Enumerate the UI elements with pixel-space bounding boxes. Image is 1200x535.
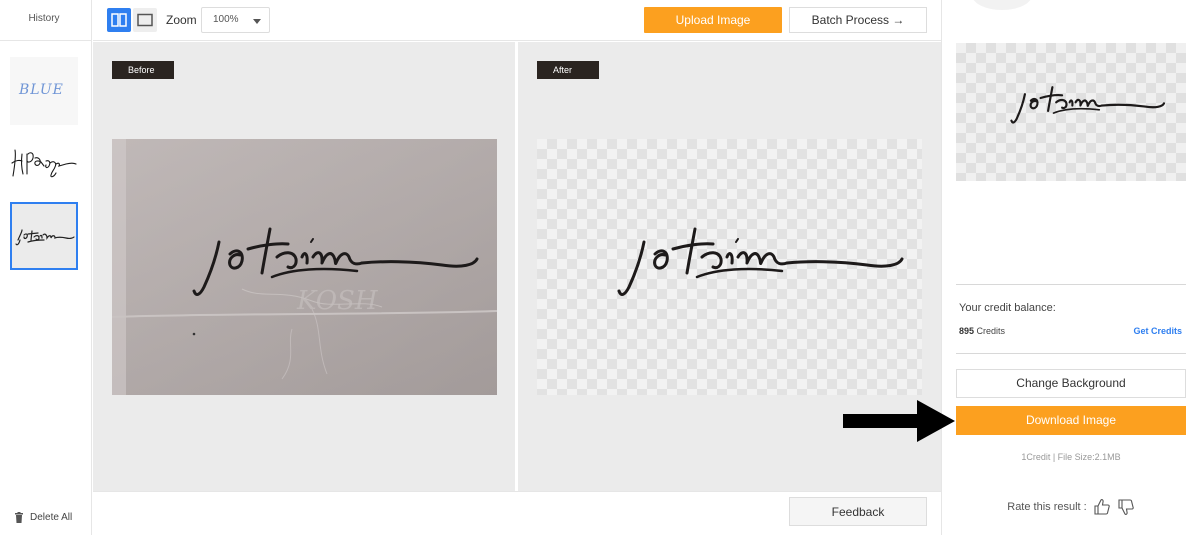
background-removed-signature [617,227,904,296]
history-thumb-blue[interactable]: BLUE [10,57,78,125]
split-view-button[interactable] [107,8,131,32]
jotaime-thumbnail [15,229,75,246]
trash-icon [15,512,23,523]
history-sidebar: History BLUE Delete All [0,0,92,535]
result-preview [956,43,1186,181]
avatar [972,0,1032,10]
before-tag: Before [112,61,174,79]
split-view-icon [111,13,127,27]
arrow-right-icon [843,400,955,442]
batch-process-button[interactable]: Batch Process → [789,7,927,33]
before-panel: Before KOSH [93,42,515,491]
svg-text:KOSH: KOSH [296,286,379,316]
delete-all-button[interactable]: Delete All [14,512,72,523]
bottom-bar: Feedback [93,491,941,535]
zoom-value: 100% [213,14,239,25]
single-view-icon [137,13,153,27]
credit-balance-label: Your credit balance: [959,302,1056,314]
thumbs-down-icon[interactable] [1117,498,1135,516]
blue-text-thumbnail: BLUE [18,82,64,98]
divider [956,353,1186,354]
right-panel: Your credit balance: 895 Credits Get Cre… [941,0,1200,535]
chevron-down-icon [253,19,261,24]
rate-result: Rate this result : [956,498,1186,516]
divider [956,284,1186,285]
thumbs-up-icon[interactable] [1093,498,1111,516]
zoom-label: Zoom [166,13,197,27]
top-toolbar: Zoom 100% Upload Image Batch Process → [93,0,941,41]
history-thumb-jotaime[interactable] [10,202,78,270]
file-info: 1Credit | File Size:2.1MB [1021,452,1121,462]
delete-all-label: Delete All [30,512,73,523]
upload-image-button[interactable]: Upload Image [644,7,782,33]
credit-count-value: 895 [959,326,975,336]
after-image[interactable] [537,139,922,395]
zoom-select[interactable]: 100% [201,7,270,33]
divider [0,40,92,41]
svg-text:BLUE: BLUE [18,82,64,98]
rate-label: Rate this result : [1007,501,1087,513]
get-credits-link[interactable]: Get Credits [1133,326,1182,336]
download-image-button[interactable]: Download Image [956,406,1186,435]
credit-count: 895 Credits [959,326,1005,336]
feedback-button[interactable]: Feedback [789,497,927,526]
credit-unit: Credits [974,326,1006,336]
single-view-button[interactable] [133,8,157,32]
history-thumb-signature[interactable] [10,130,78,198]
history-title: History [28,13,60,24]
before-image[interactable]: KOSH [112,139,497,395]
signature-thumbnail [11,149,77,178]
after-tag: After [537,61,599,79]
change-background-button[interactable]: Change Background [956,369,1186,398]
result-thumbnail [1010,86,1166,124]
original-photo: KOSH [112,139,497,395]
